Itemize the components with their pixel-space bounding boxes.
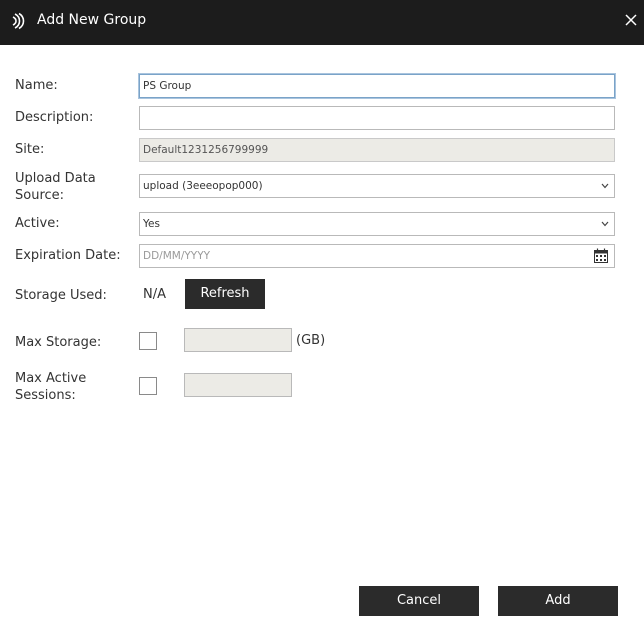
chevron-down-icon: [601, 183, 609, 189]
description-input[interactable]: [139, 106, 615, 130]
max-sessions-input[interactable]: [184, 373, 292, 397]
name-label: Name:: [15, 78, 58, 93]
dialog-title: Add New Group: [37, 12, 147, 28]
max-storage-unit: (GB): [296, 333, 326, 348]
expiration-placeholder: DD/MM/YYYY: [143, 250, 211, 262]
expiration-date-input[interactable]: DD/MM/YYYY: [139, 244, 615, 268]
max-storage-label: Max Storage:: [15, 335, 102, 350]
storage-used-label: Storage Used:: [15, 288, 107, 303]
upload-source-label-line2: Source:: [15, 188, 65, 203]
add-button[interactable]: Add: [498, 586, 618, 616]
expiration-label: Expiration Date:: [15, 248, 121, 263]
max-storage-input[interactable]: [184, 328, 292, 352]
site-field-value: Default1231256799999: [143, 144, 269, 156]
upload-source-label-line1: Upload Data: [15, 171, 96, 186]
dialog-titlebar: Add New Group: [0, 0, 644, 45]
max-sessions-checkbox[interactable]: [139, 377, 157, 395]
upload-source-value: upload (3eeeopop000): [143, 180, 263, 192]
active-value: Yes: [143, 218, 160, 230]
name-input-value: PS Group: [143, 80, 192, 92]
calendar-icon[interactable]: [593, 248, 609, 264]
max-storage-checkbox[interactable]: [139, 332, 157, 350]
description-label: Description:: [15, 110, 94, 125]
storage-used-value: N/A: [143, 287, 166, 302]
name-input[interactable]: PS Group: [139, 74, 615, 98]
chevron-down-icon: [601, 221, 609, 227]
refresh-button[interactable]: Refresh: [185, 279, 265, 309]
active-label: Active:: [15, 216, 60, 231]
active-select[interactable]: Yes: [139, 212, 615, 236]
close-icon[interactable]: [622, 11, 640, 29]
site-label: Site:: [15, 142, 45, 157]
site-field: Default1231256799999: [139, 138, 615, 162]
max-sessions-label-line2: Sessions:: [15, 388, 76, 403]
cancel-button[interactable]: Cancel: [359, 586, 479, 616]
app-logo-icon: [12, 12, 25, 30]
max-sessions-label-line1: Max Active: [15, 371, 87, 386]
upload-source-select[interactable]: upload (3eeeopop000): [139, 174, 615, 198]
